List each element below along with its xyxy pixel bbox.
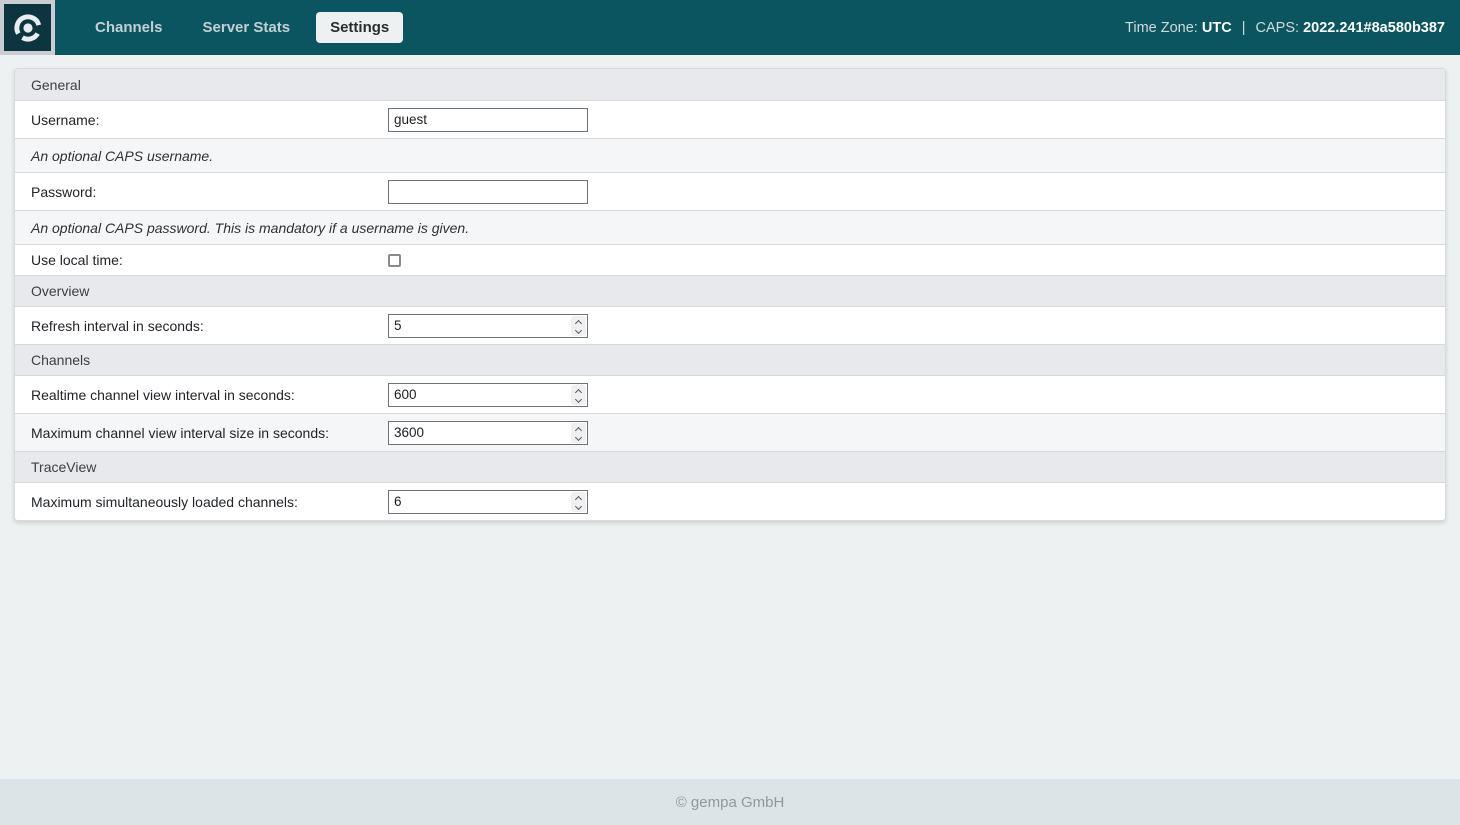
refresh-interval-row: Refresh interval in seconds:: [15, 306, 1445, 344]
spinner-down-button[interactable]: [575, 502, 582, 509]
timezone-label: Time Zone:: [1125, 20, 1198, 36]
number-spinner[interactable]: [571, 492, 586, 512]
realtime-interval-row: Realtime channel view interval in second…: [15, 375, 1445, 413]
password-help-row: An optional CAPS password. This is manda…: [15, 210, 1445, 244]
page-background: [0, 521, 1460, 779]
refresh-interval-label: Refresh interval in seconds:: [31, 318, 388, 334]
number-spinner[interactable]: [571, 423, 586, 443]
max-interval-row: Maximum channel view interval size in se…: [15, 413, 1445, 451]
gempa-logo: [0, 0, 55, 55]
caps-label: CAPS:: [1256, 20, 1300, 36]
spinner-up-button[interactable]: [575, 495, 582, 502]
realtime-interval-label: Realtime channel view interval in second…: [31, 387, 388, 403]
tab-channels[interactable]: Channels: [81, 12, 177, 43]
spinner-up-button[interactable]: [575, 388, 582, 395]
spinner-down-button[interactable]: [575, 326, 582, 333]
spinner-down-button[interactable]: [575, 433, 582, 440]
password-row: Password:: [15, 172, 1445, 210]
use-local-time-label: Use local time:: [31, 252, 388, 268]
max-channels-input[interactable]: [388, 490, 588, 514]
spinner-up-button[interactable]: [575, 426, 582, 433]
username-row: Username:: [15, 100, 1445, 138]
username-field[interactable]: [388, 108, 588, 132]
max-channels-label: Maximum simultaneously loaded channels:: [31, 494, 388, 510]
nav-tabs: Channels Server Stats Settings: [81, 12, 403, 43]
settings-panel: General Username: An optional CAPS usern…: [14, 68, 1446, 521]
section-title: Channels: [31, 352, 90, 368]
caps-version: 2022.241#8a580b387: [1303, 20, 1445, 36]
max-interval-input[interactable]: [388, 421, 588, 445]
username-help-row: An optional CAPS username.: [15, 138, 1445, 172]
number-spinner[interactable]: [571, 385, 586, 405]
section-header-general: General: [15, 69, 1445, 100]
gempa-logo-icon: [4, 4, 51, 51]
use-local-time-row: Use local time:: [15, 244, 1445, 275]
tab-server-stats[interactable]: Server Stats: [189, 12, 305, 43]
password-field[interactable]: [388, 180, 588, 204]
section-title: General: [31, 77, 81, 93]
spinner-down-button[interactable]: [575, 395, 582, 402]
section-header-traceview: TraceView: [15, 451, 1445, 482]
username-label: Username:: [31, 112, 388, 128]
realtime-interval-input[interactable]: [388, 383, 588, 407]
footer: © gempa GmbH: [0, 779, 1460, 825]
tab-settings[interactable]: Settings: [316, 12, 403, 43]
nav-status: Time Zone: UTC | CAPS: 2022.241#8a580b38…: [1125, 20, 1460, 36]
section-header-overview: Overview: [15, 275, 1445, 306]
section-title: Overview: [31, 283, 89, 299]
section-header-channels: Channels: [15, 344, 1445, 375]
password-help-text: An optional CAPS password. This is manda…: [31, 220, 469, 236]
use-local-time-checkbox[interactable]: [388, 254, 401, 267]
max-channels-row: Maximum simultaneously loaded channels:: [15, 482, 1445, 520]
navbar: Channels Server Stats Settings Time Zone…: [0, 0, 1460, 55]
section-title: TraceView: [31, 459, 96, 475]
number-spinner[interactable]: [571, 316, 586, 336]
refresh-interval-input[interactable]: [388, 314, 588, 338]
separator: |: [1242, 20, 1246, 36]
username-help-text: An optional CAPS username.: [31, 148, 213, 164]
timezone-value: UTC: [1202, 20, 1232, 36]
copyright-text: © gempa GmbH: [676, 794, 785, 811]
spinner-up-button[interactable]: [575, 319, 582, 326]
password-label: Password:: [31, 184, 388, 200]
max-interval-label: Maximum channel view interval size in se…: [31, 425, 388, 441]
